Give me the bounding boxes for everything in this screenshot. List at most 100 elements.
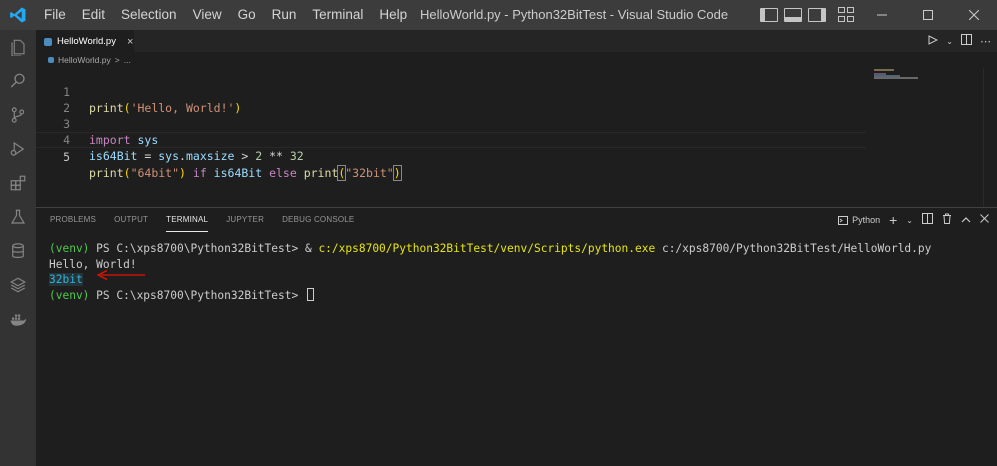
prompt-text: PS C:\xps8700\Python32BitTest> (89, 288, 305, 302)
tab-terminal[interactable]: TERMINAL (166, 208, 209, 232)
panel-actions: Python + ⌄ (838, 208, 989, 232)
run-python-file-icon[interactable] (928, 34, 939, 48)
terminal-line: Hello, World! (49, 257, 137, 271)
code-token: ** (262, 149, 290, 163)
breadcrumb-symbols[interactable]: ... (124, 55, 131, 65)
database-icon[interactable] (0, 234, 36, 268)
tab-close-icon[interactable]: × (127, 36, 133, 48)
code-token: ( (123, 166, 131, 180)
title-bar: File Edit Selection View Go Run Terminal… (0, 0, 997, 30)
panel-tabs: PROBLEMS OUTPUT TERMINAL JUPYTER DEBUG C… (36, 208, 354, 232)
script-path: c:/xps8700/Python32BitTest/HelloWorld.py (655, 242, 932, 255)
code-token: if (185, 166, 214, 180)
close-panel-icon[interactable] (980, 214, 989, 226)
tab-problems[interactable]: PROBLEMS (50, 208, 96, 232)
breadcrumb-file[interactable]: HelloWorld.py (58, 55, 111, 65)
editor-actions: ⌄ ⋯ (928, 30, 991, 52)
tab-jupyter[interactable]: JUPYTER (226, 208, 264, 232)
code-token: > (234, 149, 256, 163)
code-token: sys (158, 149, 180, 163)
run-debug-icon[interactable] (0, 132, 36, 166)
activity-bar (0, 30, 36, 466)
explorer-icon[interactable] (0, 30, 36, 64)
menu-view[interactable]: View (185, 0, 230, 30)
vscode-logo-icon (0, 0, 36, 30)
split-terminal-icon[interactable] (922, 213, 933, 227)
customize-layout-icon[interactable] (838, 7, 856, 23)
code-editor[interactable]: 1 print('Hello, World!') 2 3 import sys … (36, 68, 997, 208)
run-dropdown-chevron-icon[interactable]: ⌄ (946, 37, 953, 46)
code-token: "32bit" (345, 166, 394, 180)
source-control-icon[interactable] (0, 98, 36, 132)
terminal-line: 32bit (49, 272, 931, 288)
terminal-output[interactable]: (venv) PS C:\xps8700\Python32BitTest> & … (49, 241, 931, 303)
tab-debug-console[interactable]: DEBUG CONSOLE (282, 208, 354, 232)
terminal-name: Python (852, 215, 881, 225)
venv-label: (venv) (49, 242, 90, 255)
menu-run[interactable]: Run (264, 0, 305, 30)
code-token: is64Bit (213, 166, 263, 180)
search-icon[interactable] (0, 64, 36, 98)
tab-label: HelloWorld.py (57, 36, 116, 47)
editor-tab-bar: HelloWorld.py × ⌄ ⋯ (36, 30, 997, 52)
terminal-line: (venv) PS C:\xps8700\Python32BitTest> & … (49, 241, 931, 257)
prompt-text: PS C:\xps8700\Python32BitTest> & (89, 242, 319, 255)
code-token: 32 (289, 149, 304, 163)
tab-output[interactable]: OUTPUT (114, 208, 148, 232)
editor-scrollbar[interactable] (983, 68, 997, 208)
code-token: maxsize (185, 149, 235, 163)
window-title: HelloWorld.py - Python32BitTest - Visual… (420, 7, 729, 22)
python-exe-path: c:/xps8700/Python32BitTest/venv/Scripts/… (318, 242, 656, 255)
code-line-3: 3 import sys (36, 100, 866, 147)
layers-icon[interactable] (0, 268, 36, 302)
maximize-panel-chevron-up-icon[interactable] (961, 214, 971, 226)
line-number: 5 (63, 150, 70, 164)
bottom-panel: PROBLEMS OUTPUT TERMINAL JUPYTER DEBUG C… (36, 207, 997, 466)
code-token: print (303, 166, 339, 180)
venv-label: (venv) (49, 288, 90, 302)
code-token: . (179, 149, 186, 163)
terminal-selector[interactable]: Python (838, 215, 880, 225)
code-line-5: 5 print("64bit") if is64Bit else print("… (36, 132, 866, 181)
close-button[interactable] (951, 0, 997, 30)
annotation-arrow-icon (96, 269, 145, 281)
kill-terminal-trash-icon[interactable] (942, 213, 952, 227)
docker-icon[interactable] (0, 302, 36, 336)
menu-terminal[interactable]: Terminal (304, 0, 371, 30)
toggle-secondary-sidebar-icon[interactable] (808, 8, 826, 22)
code-token: "64bit" (130, 166, 180, 180)
breadcrumb-separator: > (114, 55, 120, 65)
toggle-panel-icon[interactable] (784, 8, 802, 22)
code-token: else (262, 166, 304, 180)
python-file-icon (48, 57, 54, 63)
terminal-dropdown-icon[interactable]: ⌄ (906, 216, 913, 225)
menu-help[interactable]: Help (371, 0, 415, 30)
code-line-4: 4 is64Bit = sys.maxsize > 2 ** 32 (36, 116, 866, 163)
python-file-icon (44, 37, 52, 46)
menu-selection[interactable]: Selection (113, 0, 185, 30)
tab-helloworld-py[interactable]: HelloWorld.py × (36, 30, 134, 52)
code-line-1: 1 print('Hello, World!') (36, 68, 866, 115)
more-actions-icon[interactable]: ⋯ (980, 35, 991, 48)
extensions-icon[interactable] (0, 166, 36, 200)
code-token: = (137, 149, 159, 163)
terminal-line: (venv) PS C:\xps8700\Python32BitTest> (49, 287, 931, 304)
menu-bar: File Edit Selection View Go Run Terminal… (36, 0, 415, 30)
minimize-button[interactable] (859, 0, 905, 30)
toggle-primary-sidebar-icon[interactable] (760, 8, 778, 22)
new-terminal-plus-icon[interactable]: + (889, 212, 897, 228)
code-token: print (89, 166, 124, 180)
terminal-icon (838, 215, 849, 225)
maximize-button[interactable] (905, 0, 951, 30)
code-token: ) (179, 166, 186, 180)
menu-go[interactable]: Go (230, 0, 264, 30)
menu-edit[interactable]: Edit (74, 0, 113, 30)
code-token: ) (392, 165, 402, 181)
terminal-cursor (306, 287, 314, 301)
code-token: is64Bit (89, 149, 138, 163)
code-line-2: 2 (36, 84, 866, 115)
menu-file[interactable]: File (36, 0, 74, 30)
split-editor-icon[interactable] (961, 34, 972, 48)
minimap[interactable] (874, 68, 994, 148)
testing-flask-icon[interactable] (0, 200, 36, 234)
